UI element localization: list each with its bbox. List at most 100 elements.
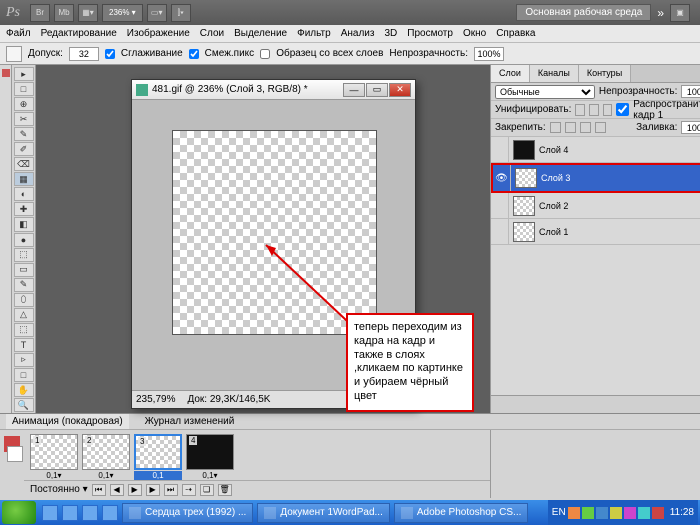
play-button[interactable]: ▶ xyxy=(128,484,142,496)
quick-launch-icon[interactable] xyxy=(102,505,118,521)
tool-button[interactable]: T xyxy=(14,338,34,352)
current-tool-icon[interactable] xyxy=(6,46,22,62)
tool-button[interactable]: ✎ xyxy=(14,127,34,141)
tool-button[interactable]: ⬚ xyxy=(14,323,34,337)
unify-visibility-icon[interactable] xyxy=(589,104,599,116)
tool-button[interactable]: ▹ xyxy=(14,353,34,367)
tool-button[interactable]: ▭ xyxy=(14,263,34,277)
clock[interactable]: 11:28 xyxy=(670,507,694,518)
animation-frame[interactable]: 10,1▾ xyxy=(30,434,78,480)
tool-button[interactable]: ▦ xyxy=(14,172,34,186)
tool-button[interactable]: ✋ xyxy=(14,383,34,397)
menu-3d[interactable]: 3D xyxy=(384,28,397,39)
mini-bridge-icon[interactable]: Mb xyxy=(54,4,74,22)
layer-thumbnail[interactable] xyxy=(513,196,535,216)
menu-analysis[interactable]: Анализ xyxy=(341,28,375,39)
sample-all-checkbox[interactable] xyxy=(260,49,270,59)
last-frame-button[interactable]: ⏭ xyxy=(164,484,178,496)
cslive-icon[interactable]: ▣ xyxy=(670,4,690,22)
tool-button[interactable]: ✚ xyxy=(14,202,34,216)
tool-button[interactable]: ▸ xyxy=(14,67,34,81)
layer-row[interactable]: 👁Слой 3 xyxy=(491,163,700,193)
antialias-checkbox[interactable] xyxy=(105,49,115,59)
layer-thumbnail[interactable] xyxy=(513,140,535,160)
menu-view[interactable]: Просмотр xyxy=(407,28,453,39)
animation-frame[interactable]: 20,1▾ xyxy=(82,434,130,480)
layer-opacity-input[interactable] xyxy=(681,85,700,98)
tool-button[interactable]: ● xyxy=(14,233,34,247)
tray-icon[interactable] xyxy=(582,507,594,519)
screen-mode-icon[interactable]: ▭▾ xyxy=(147,4,167,22)
frame-delay[interactable]: 0,1 xyxy=(134,471,182,480)
quick-launch-icon[interactable] xyxy=(82,505,98,521)
tab-animation[interactable]: Анимация (покадровая) xyxy=(6,414,129,429)
loop-dropdown[interactable]: Постоянно ▾ xyxy=(30,484,88,495)
tool-button[interactable]: ◧ xyxy=(14,217,34,231)
layer-row[interactable]: Слой 2 xyxy=(491,193,700,219)
language-indicator[interactable]: EN xyxy=(552,507,566,518)
tray-icon[interactable] xyxy=(568,507,580,519)
quick-launch-icon[interactable] xyxy=(42,505,58,521)
tray-icon[interactable] xyxy=(624,507,636,519)
tab-layers[interactable]: Слои xyxy=(491,65,530,82)
layer-row[interactable]: Слой 1 xyxy=(491,219,700,245)
animation-frame[interactable]: 40,1▾ xyxy=(186,434,234,480)
menu-window[interactable]: Окно xyxy=(463,28,486,39)
quick-launch-icon[interactable] xyxy=(62,505,78,521)
tray-icon[interactable] xyxy=(610,507,622,519)
tab-channels[interactable]: Каналы xyxy=(530,65,579,82)
menu-help[interactable]: Справка xyxy=(496,28,535,39)
arrange-docs-icon[interactable]: ▦▾ xyxy=(78,4,98,22)
tool-button[interactable]: ✎ xyxy=(14,278,34,292)
tray-icon[interactable] xyxy=(638,507,650,519)
lock-position-icon[interactable] xyxy=(580,122,591,133)
visibility-toggle[interactable] xyxy=(491,137,509,162)
tab-history[interactable]: Журнал изменений xyxy=(139,414,241,429)
tool-button[interactable]: ⌫ xyxy=(14,157,34,171)
fill-input[interactable] xyxy=(681,121,700,134)
zoom-level-dropdown[interactable]: 236% ▾ xyxy=(102,4,143,22)
canvas[interactable] xyxy=(172,130,377,335)
menu-edit[interactable]: Редактирование xyxy=(41,28,117,39)
close-button[interactable]: ✕ xyxy=(389,83,411,97)
unify-style-icon[interactable] xyxy=(603,104,613,116)
lock-transparent-icon[interactable] xyxy=(550,122,561,133)
tool-button[interactable]: ⬯ xyxy=(14,293,34,307)
tool-button[interactable]: ✂ xyxy=(14,112,34,126)
menu-layer[interactable]: Слои xyxy=(200,28,224,39)
tool-button[interactable]: ✐ xyxy=(14,142,34,156)
visibility-toggle[interactable] xyxy=(491,219,509,244)
first-frame-button[interactable]: ⏮ xyxy=(92,484,106,496)
menu-filter[interactable]: Фильтр xyxy=(297,28,331,39)
tray-icon[interactable] xyxy=(596,507,608,519)
dock-icon[interactable] xyxy=(2,69,10,77)
tray-icon[interactable] xyxy=(652,507,664,519)
background-swatch[interactable] xyxy=(7,446,23,462)
extras-icon[interactable]: ⫿▾ xyxy=(171,4,191,22)
start-button[interactable] xyxy=(2,501,36,524)
next-frame-button[interactable]: ▶ xyxy=(146,484,160,496)
layer-thumbnail[interactable] xyxy=(515,168,537,188)
lock-pixels-icon[interactable] xyxy=(565,122,576,133)
menu-select[interactable]: Выделение xyxy=(234,28,287,39)
minimize-button[interactable]: — xyxy=(343,83,365,97)
delete-frame-button[interactable]: 🗑 xyxy=(218,484,232,496)
frame-delay[interactable]: 0,1▾ xyxy=(186,471,234,480)
lock-all-icon[interactable] xyxy=(595,122,606,133)
tool-button[interactable]: ◐ xyxy=(14,187,34,201)
visibility-toggle[interactable] xyxy=(491,193,509,218)
propagate-checkbox[interactable] xyxy=(616,103,629,116)
menu-file[interactable]: Файл xyxy=(6,28,31,39)
taskbar-app-button[interactable]: Сердца трех (1992) ... xyxy=(122,503,253,523)
frame-delay[interactable]: 0,1▾ xyxy=(30,471,78,480)
launch-bridge-icon[interactable]: Br xyxy=(30,4,50,22)
tool-button[interactable]: 🔍 xyxy=(14,398,34,412)
tab-paths[interactable]: Контуры xyxy=(579,65,631,82)
contiguous-checkbox[interactable] xyxy=(189,49,199,59)
layer-row[interactable]: Слой 4 xyxy=(491,137,700,163)
tool-button[interactable]: □ xyxy=(14,82,34,96)
frame-delay[interactable]: 0,1▾ xyxy=(82,471,130,480)
prev-frame-button[interactable]: ◀ xyxy=(110,484,124,496)
tool-button[interactable]: ⬚ xyxy=(14,248,34,262)
unify-position-icon[interactable] xyxy=(575,104,585,116)
